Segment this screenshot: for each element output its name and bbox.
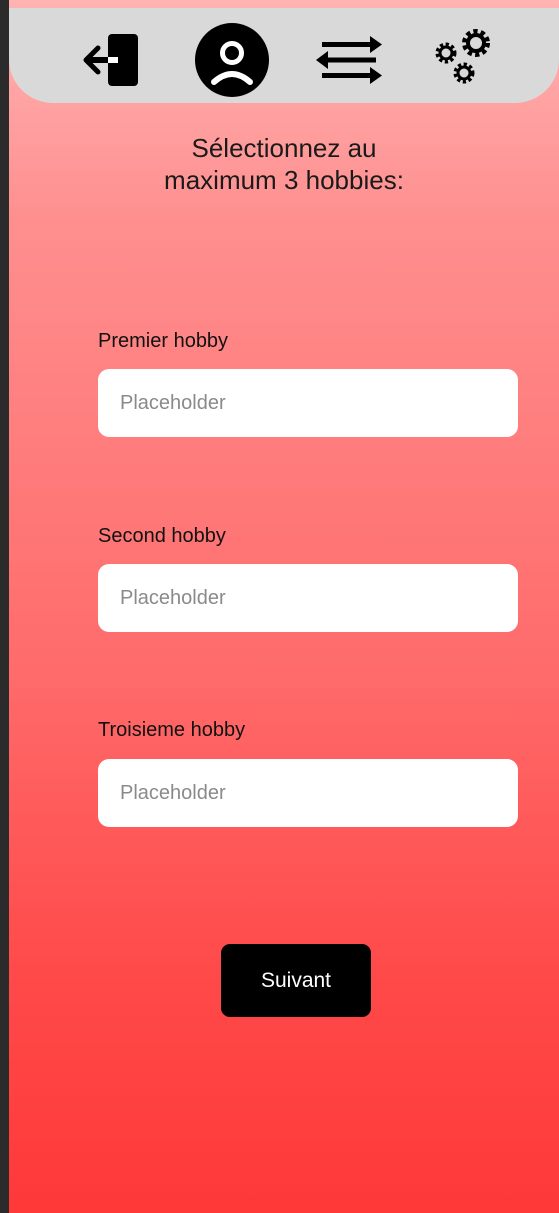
first-hobby-label: Premier hobby xyxy=(98,330,229,352)
logout-icon xyxy=(83,34,138,86)
next-button[interactable]: Suivant xyxy=(221,944,371,1017)
gears-icon xyxy=(435,29,490,84)
profile-icon xyxy=(195,23,269,97)
transfer-arrows-icon xyxy=(316,36,382,84)
third-hobby-input[interactable] xyxy=(98,759,518,827)
top-navigation-bar xyxy=(9,8,559,103)
second-hobby-label: Second hobby xyxy=(98,525,226,547)
profile-button[interactable] xyxy=(192,23,272,97)
transfer-button[interactable] xyxy=(309,24,389,96)
left-frame-border xyxy=(0,0,9,1213)
settings-button[interactable] xyxy=(424,24,504,96)
hobby-selection-screen: Sélectionnez au maximum 3 hobbies: Premi… xyxy=(9,0,559,1213)
second-hobby-input[interactable] xyxy=(98,564,518,632)
logout-button[interactable] xyxy=(73,24,153,96)
page-title: Sélectionnez au maximum 3 hobbies: xyxy=(164,133,404,195)
third-hobby-label: Troisieme hobby xyxy=(98,719,246,741)
first-hobby-input[interactable] xyxy=(98,369,518,437)
